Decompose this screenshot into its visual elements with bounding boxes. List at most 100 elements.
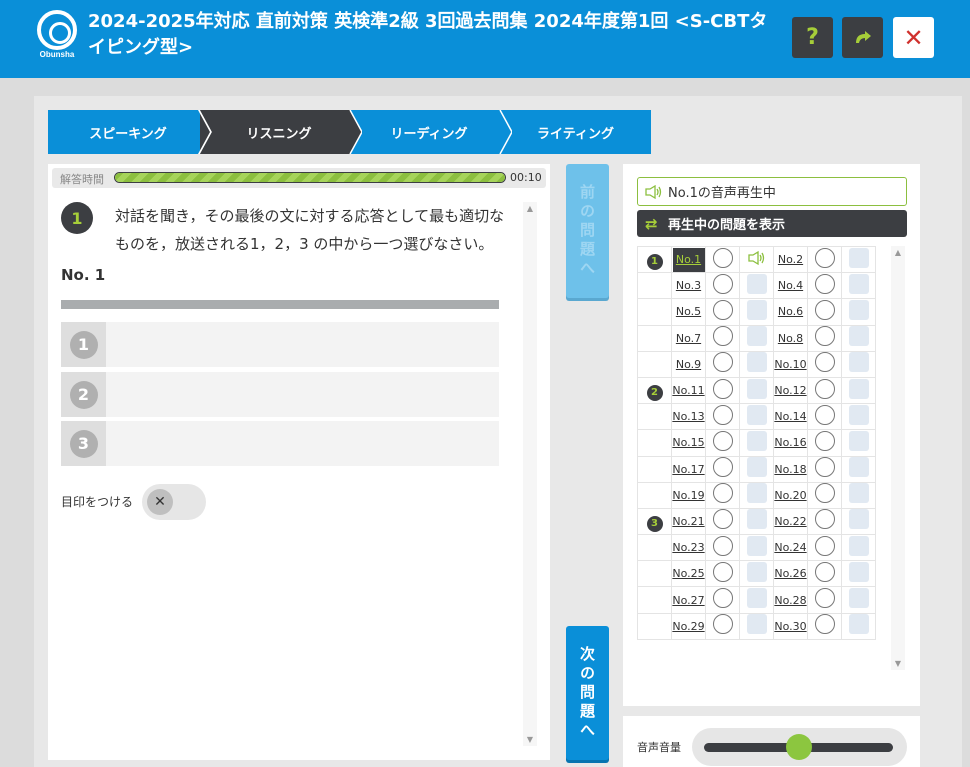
mark-status-cell [841,350,876,378]
prev-question-button[interactable]: 前の問題へ [566,164,609,298]
question-link[interactable]: No.6 [778,305,803,318]
question-row: 3 No.21 No.22 [637,507,876,536]
mark-status-box [746,509,767,530]
question-row: No.29 No.30 [637,612,876,640]
tab-reading[interactable]: リーディング [350,110,508,154]
reload-button[interactable] [842,17,883,58]
question-link[interactable]: No.5 [676,305,701,318]
section-badge: 1 [646,253,663,270]
question-number-cell[interactable]: No.12 [773,376,808,405]
answer-status-cell [705,324,740,352]
question-link[interactable]: No.7 [676,332,701,345]
tab-speaking[interactable]: スピーキング [48,110,208,154]
question-link[interactable]: No.12 [774,384,806,397]
question-number-cell[interactable]: No.18 [773,455,808,483]
question-link[interactable]: No.15 [672,436,704,449]
question-number-cell[interactable]: No.10 [773,350,808,378]
mark-status-box [848,535,869,556]
question-link[interactable]: No.3 [676,279,701,292]
scroll-down-icon[interactable]: ▼ [891,659,905,668]
close-button[interactable]: ✕ [893,17,934,58]
question-list-scrollbar[interactable]: ▲ ▼ [891,246,905,670]
question-number-cell[interactable]: No.29 [671,612,706,640]
question-link[interactable]: No.16 [774,436,806,449]
question-row: No.3 No.4 [637,272,876,300]
question-number-cell[interactable]: No.28 [773,586,808,614]
question-number-cell[interactable]: No.24 [773,534,808,562]
choice-option-3[interactable]: 3 [61,421,499,466]
question-link[interactable]: No.21 [672,515,704,528]
question-number-cell[interactable]: No.25 [671,560,706,588]
question-number-cell[interactable]: No.6 [773,298,808,326]
question-number-cell[interactable]: No.26 [773,560,808,588]
question-link[interactable]: No.20 [774,489,806,502]
scroll-down-icon[interactable]: ▼ [523,735,537,744]
question-number-cell[interactable]: No.19 [671,481,706,509]
question-number-cell[interactable]: No.30 [773,612,808,640]
question-number-cell[interactable]: No.27 [671,586,706,614]
question-number-cell[interactable]: No.4 [773,272,808,300]
question-link[interactable]: No.8 [778,332,803,345]
question-link[interactable]: No.18 [774,463,806,476]
question-number-cell[interactable]: No.17 [671,455,706,483]
question-link[interactable]: No.27 [672,594,704,607]
question-number-cell[interactable]: No.16 [773,429,808,457]
question-link[interactable]: No.25 [672,567,704,580]
question-link[interactable]: No.23 [672,541,704,554]
question-number-cell[interactable]: No.20 [773,481,808,509]
mark-status-box [848,378,869,399]
question-number-cell[interactable]: No.1 [671,245,706,274]
question-scrollbar[interactable]: ▲ ▼ [523,202,537,746]
question-number-cell[interactable]: No.14 [773,403,808,431]
question-number-cell[interactable]: No.3 [671,272,706,300]
answer-status-icon [712,614,733,635]
volume-slider-knob[interactable] [785,734,812,760]
section-cell [637,481,672,509]
question-link[interactable]: No.28 [774,594,806,607]
next-question-button[interactable]: 次の問題へ [566,626,609,760]
question-link[interactable]: No.13 [672,410,704,423]
scroll-up-icon[interactable]: ▲ [891,248,905,257]
answer-status-icon [712,378,733,399]
question-number-cell[interactable]: No.11 [671,376,706,405]
answer-status-icon [712,588,733,609]
mark-status-box [848,326,869,347]
question-link[interactable]: No.1 [672,247,705,272]
question-number-cell[interactable]: No.7 [671,324,706,352]
question-link[interactable]: No.11 [672,384,704,397]
tab-writing[interactable]: ライティング [500,110,651,154]
section-cell [637,455,672,483]
question-number-cell[interactable]: No.23 [671,534,706,562]
mark-status-cell [739,324,774,352]
answer-status-cell [807,245,842,274]
question-number-cell[interactable]: No.13 [671,403,706,431]
question-link[interactable]: No.9 [676,358,701,371]
question-link[interactable]: No.2 [778,253,803,266]
question-link[interactable]: No.10 [774,358,806,371]
question-link[interactable]: No.22 [774,515,806,528]
question-link[interactable]: No.17 [672,463,704,476]
question-link[interactable]: No.30 [774,620,806,633]
question-number-cell[interactable]: No.2 [773,245,808,274]
scroll-up-icon[interactable]: ▲ [523,204,537,213]
choice-option-1[interactable]: 1 [61,322,499,367]
mark-toggle[interactable]: ✕ [142,484,206,520]
choice-option-2[interactable]: 2 [61,372,499,417]
answer-status-cell [807,272,842,300]
question-number-cell[interactable]: No.21 [671,507,706,536]
question-number-cell[interactable]: No.8 [773,324,808,352]
question-number-cell[interactable]: No.15 [671,429,706,457]
question-link[interactable]: No.14 [774,410,806,423]
tab-listening[interactable]: リスニング [200,110,358,154]
show-playing-button[interactable]: ⇄ 再生中の問題を表示 [637,210,907,237]
question-link[interactable]: No.24 [774,541,806,554]
question-link[interactable]: No.26 [774,567,806,580]
answer-status-cell [705,272,740,300]
question-number-cell[interactable]: No.22 [773,507,808,536]
help-button[interactable]: ? [792,17,833,58]
question-link[interactable]: No.29 [672,620,704,633]
question-number-cell[interactable]: No.5 [671,298,706,326]
question-number-cell[interactable]: No.9 [671,350,706,378]
question-link[interactable]: No.19 [672,489,704,502]
question-link[interactable]: No.4 [778,279,803,292]
